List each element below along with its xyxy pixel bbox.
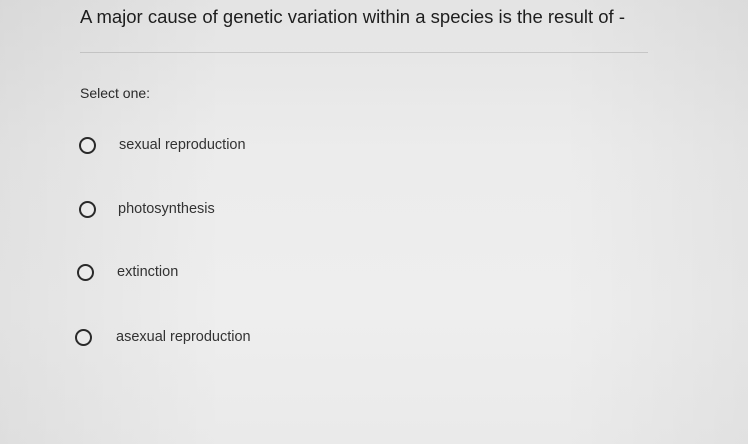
radio-button[interactable] [75, 328, 92, 346]
screen-shading [0, 0, 748, 444]
question-text: A major cause of genetic variation withi… [80, 6, 625, 27]
option-photosynthesis[interactable]: photosynthesis [79, 197, 215, 221]
option-extinction[interactable]: extinction [77, 260, 178, 284]
option-sexual-reproduction[interactable]: sexual reproduction [79, 133, 246, 157]
option-label[interactable]: sexual reproduction [119, 137, 246, 153]
option-label[interactable]: asexual reproduction [116, 329, 251, 345]
divider [80, 52, 648, 53]
radio-button[interactable] [77, 263, 94, 281]
quiz-screen: A major cause of genetic variation withi… [0, 0, 748, 444]
radio-button[interactable] [79, 136, 96, 154]
select-one-prompt: Select one: [80, 85, 151, 101]
option-label[interactable]: extinction [117, 264, 178, 280]
option-asexual-reproduction[interactable]: asexual reproduction [75, 325, 251, 349]
option-label[interactable]: photosynthesis [118, 201, 215, 217]
radio-button[interactable] [79, 200, 96, 218]
